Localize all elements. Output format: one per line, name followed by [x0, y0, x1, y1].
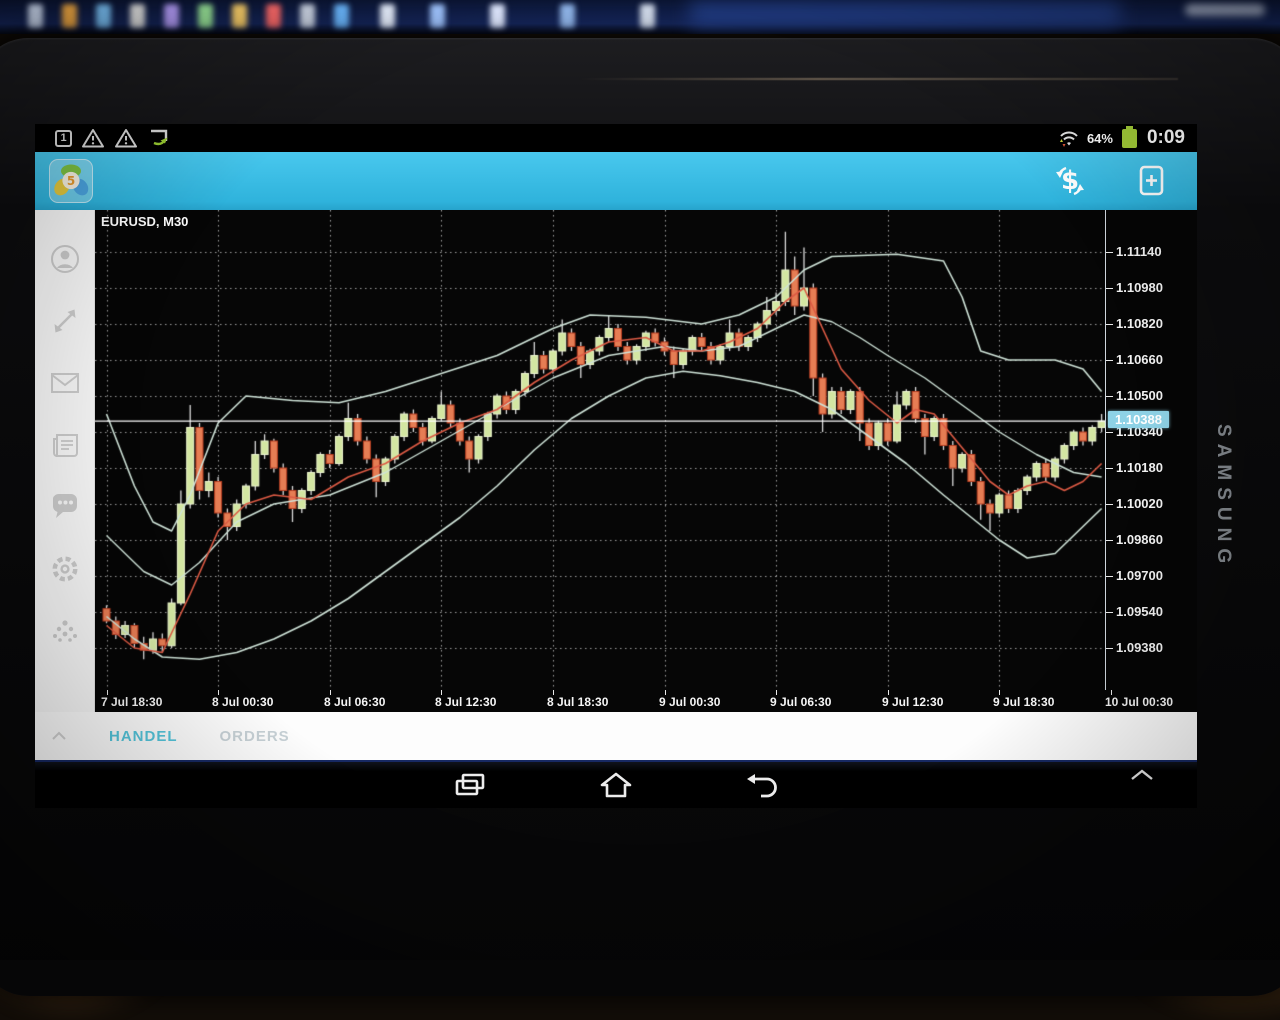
price-tick-label: 1.09700 [1116, 568, 1163, 583]
price-axis-tick [1106, 648, 1113, 649]
sidebar-item-news[interactable] [35, 414, 94, 476]
sidebar-item-mail[interactable] [35, 352, 94, 414]
wifi-data-icon [1058, 128, 1080, 148]
recent-apps-icon [453, 771, 487, 799]
price-axis-tick [1106, 360, 1113, 361]
time-tick-label: 9 Jul 00:30 [659, 695, 720, 709]
price-axis-tick [1106, 324, 1113, 325]
tablet-screen: 1 64% 0 [35, 124, 1197, 808]
chart-symbol-label: EURUSD, M30 [101, 214, 188, 229]
home-icon [598, 770, 634, 800]
time-tick-label: 8 Jul 00:30 [212, 695, 273, 709]
price-tick-label: 1.11140 [1116, 244, 1162, 259]
battery-percent-label: 64% [1087, 131, 1113, 146]
bottom-tab-strip: HANDEL ORDERS [35, 712, 1197, 760]
app-header: 5 $ [35, 152, 1197, 210]
warning-icon [114, 127, 138, 149]
sidebar-item-community[interactable] [35, 600, 94, 662]
price-tick-label: 1.10180 [1116, 460, 1163, 475]
recent-apps-button[interactable] [448, 767, 492, 803]
price-tick-label: 1.10980 [1116, 280, 1163, 295]
price-tick-label: 1.09540 [1116, 604, 1163, 619]
screenshot-icon [147, 127, 173, 149]
warning-icon [81, 127, 105, 149]
chart-plot-area[interactable]: EURUSD, M30 [95, 210, 1105, 690]
collapse-chevron-icon[interactable] [51, 731, 67, 741]
trade-arrows-icon [49, 305, 81, 337]
back-icon [744, 770, 780, 800]
candlestick-chart-canvas[interactable] [95, 210, 1105, 690]
price-tick-label: 1.10500 [1116, 388, 1163, 403]
price-axis-tick [1106, 288, 1113, 289]
time-tick-label: 9 Jul 12:30 [882, 695, 943, 709]
background-monitor-blur [0, 0, 1280, 34]
price-axis-tick [1106, 432, 1113, 433]
time-axis[interactable]: 7 Jul 18:30 8 Jul 00:30 8 Jul 06:30 8 Jul 1… [95, 690, 1197, 712]
back-button[interactable] [740, 767, 784, 803]
svg-text:5: 5 [67, 174, 75, 188]
samsung-logo: SAMSUNG [1212, 424, 1234, 570]
price-axis-tick [1106, 252, 1113, 253]
price-axis-tick [1106, 576, 1113, 577]
price-tick-label: 1.10020 [1116, 496, 1163, 511]
price-axis-tick [1106, 468, 1113, 469]
mt5-logo[interactable]: 5 [49, 159, 93, 203]
trade-dollar-icon[interactable]: $ [1051, 163, 1089, 199]
time-tick-label: 8 Jul 18:30 [547, 695, 608, 709]
price-tick-label: 1.09860 [1116, 532, 1163, 547]
battery-icon [1122, 129, 1137, 148]
home-button[interactable] [594, 767, 638, 803]
tab-orders[interactable]: ORDERS [220, 728, 290, 745]
time-tick-label: 7 Jul 18:30 [101, 695, 162, 709]
price-tick-label: 1.10820 [1116, 316, 1163, 331]
community-dots-icon [49, 617, 81, 645]
price-axis-tick [1106, 504, 1113, 505]
android-nav-bar [35, 760, 1197, 808]
chat-bubble-icon [49, 492, 81, 522]
sidebar-item-trade[interactable] [35, 290, 94, 352]
chevron-up-icon [1129, 768, 1155, 782]
price-axis[interactable]: 1.10388 1.11140 1.10980 1.10820 1.10660 1.10… [1105, 210, 1197, 690]
tab-handel[interactable]: HANDEL [109, 728, 178, 745]
new-order-icon[interactable] [1137, 164, 1167, 198]
price-axis-tick [1106, 396, 1113, 397]
mail-icon [49, 370, 81, 396]
current-price-badge: 1.10388 [1108, 411, 1169, 428]
time-tick-label: 10 Jul 00:30 [1105, 695, 1173, 709]
price-tick-label: 1.10660 [1116, 352, 1163, 367]
sidebar-item-settings[interactable] [35, 538, 94, 600]
android-status-bar: 1 64% 0 [35, 124, 1197, 152]
bezel-highlight [578, 78, 1178, 80]
gear-icon [49, 553, 81, 585]
time-tick-label: 9 Jul 18:30 [993, 695, 1054, 709]
price-tick-label: 1.09380 [1116, 640, 1163, 655]
price-axis-tick [1106, 612, 1113, 613]
sidebar-item-accounts[interactable] [35, 228, 94, 290]
chart-region: EURUSD, M30 1.10388 1.11140 1.10980 1.1082… [95, 210, 1197, 712]
time-tick-label: 8 Jul 06:30 [324, 695, 385, 709]
left-sidebar [35, 210, 95, 712]
notification-count-icon[interactable]: 1 [55, 130, 72, 147]
sidebar-item-messages[interactable] [35, 476, 94, 538]
account-person-icon [49, 243, 81, 275]
time-tick-label: 8 Jul 12:30 [435, 695, 496, 709]
clock-label: 0:09 [1147, 127, 1185, 149]
price-axis-tick [1106, 540, 1113, 541]
time-tick-label: 9 Jul 06:30 [770, 695, 831, 709]
tray-toggle-button[interactable] [1129, 768, 1155, 787]
news-icon [49, 431, 81, 459]
